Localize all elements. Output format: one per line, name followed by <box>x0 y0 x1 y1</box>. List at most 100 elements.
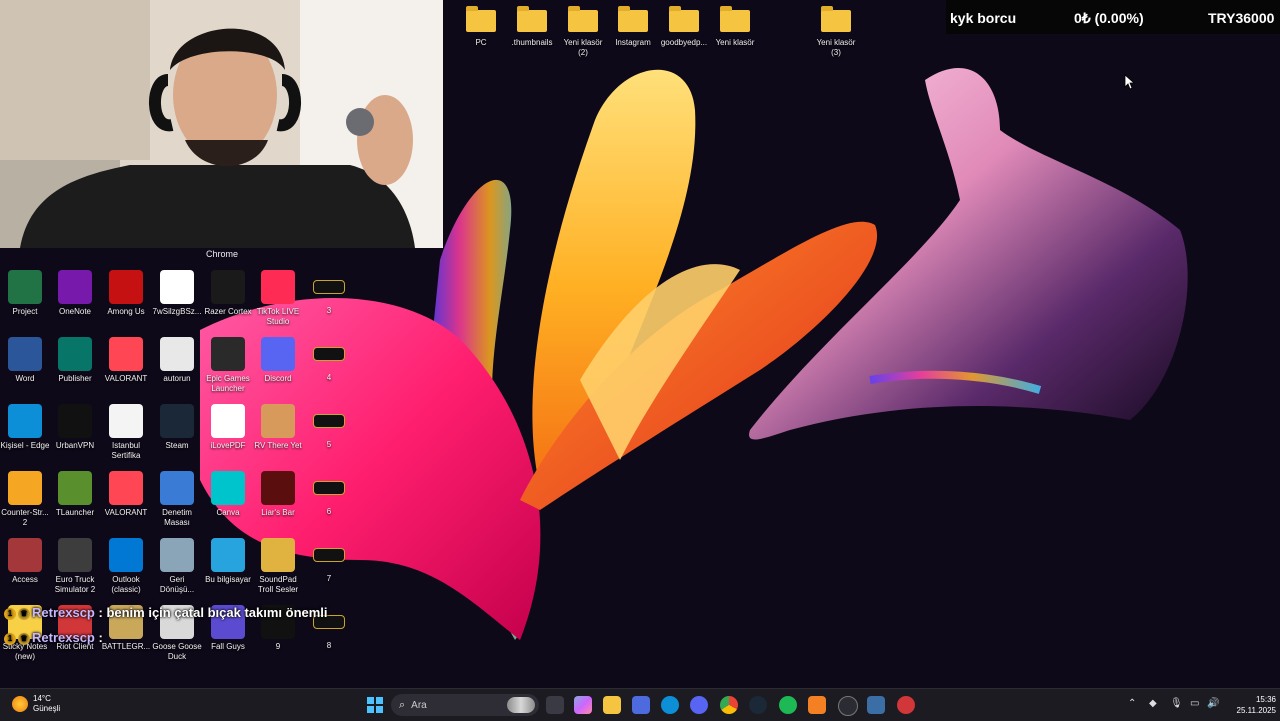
desktop-icon-label: 7wSilzgBSz... <box>152 307 202 316</box>
desktop-icon-label: Kişisel - Edge <box>0 441 50 450</box>
desktop-icon[interactable]: Word <box>0 337 50 384</box>
file-explorer-icon[interactable] <box>603 696 621 714</box>
app-icon <box>109 538 143 572</box>
app-icon <box>8 538 42 572</box>
desktop-icon-label: 5 <box>326 440 332 449</box>
desktop-folder[interactable]: .thumbnails <box>504 2 560 48</box>
desktop-icon-label: UrbanVPN <box>55 441 95 450</box>
desktop-icon[interactable]: Outlook (classic) <box>101 538 151 595</box>
desktop-icon[interactable]: SoundPad Troll Sesler <box>253 538 303 595</box>
app-icon <box>261 404 295 438</box>
start-button[interactable] <box>367 697 383 713</box>
display-icon[interactable]: ▭ <box>1190 698 1199 709</box>
desktop-icon[interactable]: Euro Truck Simulator 2 <box>50 538 100 595</box>
desktop-icon[interactable]: Bu bilgisayar <box>203 538 253 585</box>
desktop-icon[interactable]: 6 <box>304 471 354 517</box>
desktop-icon-label: OneNote <box>58 307 92 316</box>
desktop-icon[interactable]: Among Us <box>101 270 151 317</box>
edge-icon[interactable] <box>661 696 679 714</box>
app-icon <box>8 471 42 505</box>
desktop-icon-label: Canva <box>216 508 240 517</box>
desktop-icon-label: iLovePDF <box>210 441 246 450</box>
app-icon <box>58 404 92 438</box>
desktop-folder[interactable]: PC <box>453 2 509 48</box>
desktop-icon[interactable]: Liar's Bar <box>253 471 303 518</box>
desktop-icon[interactable]: 7wSilzgBSz... <box>152 270 202 317</box>
riot-client-icon[interactable] <box>897 696 915 714</box>
desktop-icon[interactable]: Publisher <box>50 337 100 384</box>
desktop-folder[interactable]: Yeni klasör (3) <box>808 2 864 58</box>
folder-label: PC <box>475 38 487 47</box>
desktop-icon[interactable]: TikTok LIVE Studio <box>253 270 303 327</box>
desktop-folder[interactable]: Instagram <box>605 2 661 48</box>
folder-label: Yeni klasör <box>715 38 755 47</box>
microsoft-store-icon[interactable] <box>632 696 650 714</box>
desktop-icon-label: Istanbul Sertifika <box>111 441 141 460</box>
mouse-cursor-icon <box>1124 74 1136 90</box>
network-shield-icon[interactable]: ◆ <box>1149 698 1157 709</box>
desktop-icon-label: Geri Dönüşü... <box>159 575 195 594</box>
desktop-icon-label: Access <box>12 575 38 584</box>
chevron-up-icon[interactable]: ⌃ <box>1128 698 1136 709</box>
desktop-icon[interactable]: Canva <box>203 471 253 518</box>
desktop-icon[interactable]: Steam <box>152 404 202 451</box>
microphone-icon[interactable]: 🎙 <box>1170 698 1183 709</box>
taskbar-clock[interactable]: 15:36 25.11.2025 <box>1222 694 1276 716</box>
desktop-icon[interactable]: Denetim Masası <box>152 471 202 528</box>
desktop-icon[interactable]: 3 <box>304 270 354 316</box>
desktop-icon[interactable]: VALORANT <box>101 337 151 384</box>
desktop-icon[interactable]: 5 <box>304 404 354 450</box>
desktop-icon[interactable]: 4 <box>304 337 354 383</box>
desktop-icon[interactable]: Kişisel - Edge <box>0 404 50 451</box>
desktop-folder[interactable]: Yeni klasör (2) <box>555 2 611 58</box>
desktop-icon[interactable]: Geri Dönüşü... <box>152 538 202 595</box>
desktop-icon[interactable]: Counter-Str... 2 <box>0 471 50 528</box>
chrome-label[interactable]: Chrome <box>206 249 238 259</box>
folder-icon <box>466 6 496 32</box>
spotify-icon[interactable] <box>779 696 797 714</box>
folder-label: .thumbnails <box>511 38 553 47</box>
desktop-icon-label: Bu bilgisayar <box>205 575 251 584</box>
streamer-webcam-image <box>0 0 443 248</box>
desktop-icon-label: TLauncher <box>55 508 95 517</box>
desktop-icon[interactable]: OneNote <box>50 270 100 317</box>
desktop-icon[interactable]: 7 <box>304 538 354 584</box>
weather-temp: 14°C <box>33 694 51 703</box>
desktop-folder[interactable]: Yeni klasör <box>707 2 763 48</box>
desktop-folder[interactable]: goodbyedp... <box>656 2 712 48</box>
chat-badge-icon: 1 <box>4 633 16 645</box>
desktop-icon[interactable]: Project <box>0 270 50 317</box>
app-icon <box>109 337 143 371</box>
desktop-icon[interactable]: UrbanVPN <box>50 404 100 451</box>
cloud-app-icon[interactable] <box>808 696 826 714</box>
steam-icon[interactable] <box>749 696 767 714</box>
desktop-icon[interactable]: VALORANT <box>101 471 151 518</box>
desktop-icon[interactable]: RV There Yet <box>253 404 303 451</box>
desktop-icon-label: Project <box>12 307 38 316</box>
taskbar-search[interactable]: ⌕ Ara <box>391 694 539 716</box>
chrome-icon[interactable] <box>720 696 738 714</box>
obs-icon[interactable] <box>838 696 858 716</box>
desktop-icon[interactable]: Razer Cortex <box>203 270 253 317</box>
desktop-icon[interactable]: Istanbul Sertifika <box>101 404 151 461</box>
desktop-icon[interactable]: Access <box>0 538 50 585</box>
desktop-icon-label: 7 <box>326 574 332 583</box>
desktop-icon[interactable]: Epic Games Launcher <box>203 337 253 394</box>
desktop-icon[interactable]: iLovePDF <box>203 404 253 451</box>
app-icon <box>261 538 295 572</box>
discord-icon[interactable] <box>690 696 708 714</box>
desktop-icon[interactable]: TLauncher <box>50 471 100 518</box>
app-icon <box>211 270 245 304</box>
speaker-icon[interactable]: 🔊 <box>1207 698 1219 709</box>
desktop-icon-label: Epic Games Launcher <box>206 374 250 393</box>
chat-text: : <box>98 630 103 645</box>
weather-widget[interactable]: 14°C Güneşli <box>12 694 60 714</box>
weather-desc: Güneşli <box>33 704 61 713</box>
desktop-icon-label: 4 <box>326 373 332 382</box>
desktop-icon[interactable]: autorun <box>152 337 202 384</box>
copilot-icon[interactable] <box>574 696 592 714</box>
app-settings-icon[interactable] <box>867 696 885 714</box>
desktop-icon-label: 6 <box>326 507 332 516</box>
task-view-icon[interactable] <box>546 696 564 714</box>
desktop-icon[interactable]: Discord <box>253 337 303 384</box>
